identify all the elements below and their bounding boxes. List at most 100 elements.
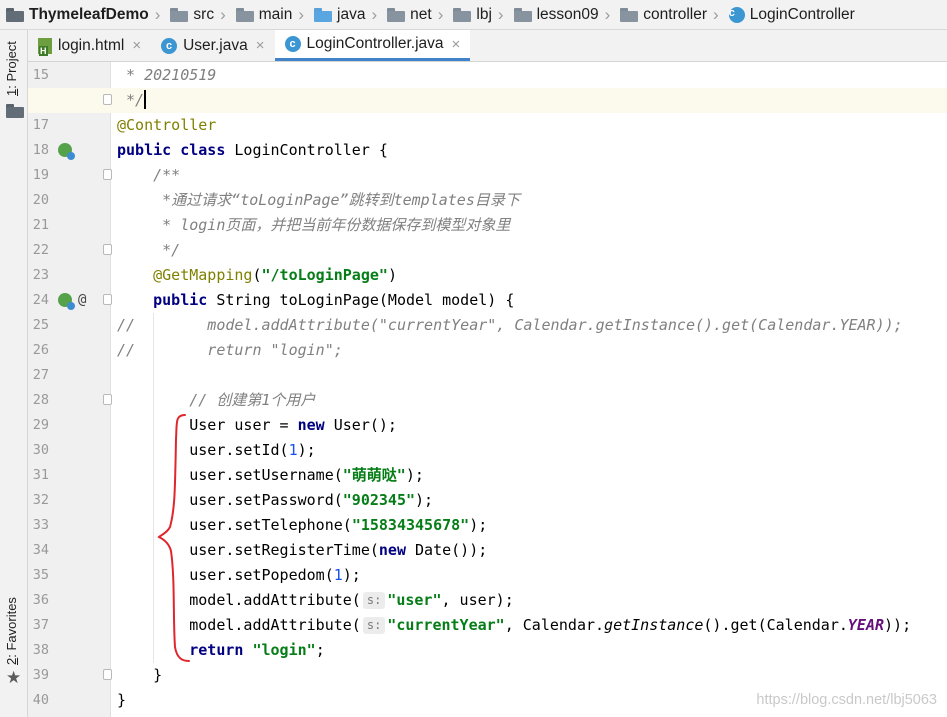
code-line[interactable]: public String toLoginPage(Model model) { — [103, 288, 947, 313]
line-number: 38 — [32, 642, 49, 658]
code-line[interactable]: user.setUsername("萌萌哒"); — [111, 463, 947, 488]
code-token: User user = — [117, 416, 298, 434]
breadcrumb-label: lesson09 — [536, 5, 599, 23]
code-line[interactable]: user.setId(1); — [111, 438, 947, 463]
editor-tab[interactable]: c User.java × — [151, 30, 274, 61]
code-line[interactable]: */ — [103, 238, 947, 263]
code-line[interactable]: } — [103, 663, 947, 688]
close-icon[interactable]: × — [452, 36, 461, 53]
code-line[interactable]: return "login"; — [111, 638, 947, 663]
code-token: User(); — [333, 416, 397, 434]
code-editor[interactable]: 15161718192021222324@2526272829303132333… — [28, 62, 947, 717]
code-line[interactable]: user.setRegisterTime(new Date()); — [111, 538, 947, 563]
code-line[interactable] — [111, 363, 947, 388]
current-line-highlight — [28, 88, 947, 113]
code-text: public class LoginController { — [117, 138, 388, 163]
fold-marker-icon[interactable] — [103, 669, 112, 680]
folder-icon[interactable] — [6, 104, 24, 118]
code-line[interactable]: * login页面，并把当前年份数据保存到模型对象里 — [111, 213, 947, 238]
code-token: } — [117, 691, 127, 709]
code-line[interactable]: @GetMapping("/toLoginPage") — [111, 263, 947, 288]
folder-icon — [235, 7, 254, 22]
favorites-tool-button[interactable]: 2: Favorites — [4, 597, 19, 665]
breadcrumb-label: lbj — [476, 5, 492, 23]
code-area[interactable]: * 20210519 */ @Controller public class Log… — [28, 62, 947, 717]
breadcrumb-item[interactable]: c LoginController — [723, 0, 859, 29]
code-line[interactable]: model.addAttribute(s: "user", user); — [111, 588, 947, 613]
breadcrumb-label: LoginController — [749, 5, 855, 23]
tool-window-strip: 1: Project 2: Favorites ★ — [0, 30, 28, 717]
code-token: "/toLoginPage" — [261, 266, 388, 284]
code-line[interactable]: // 创建第1个用户 — [103, 388, 947, 413]
code-token: YEAR — [847, 616, 885, 634]
line-number: 27 — [32, 367, 49, 383]
breadcrumb-item[interactable]: lbj › — [447, 0, 507, 29]
editor-tab[interactable]: c LoginController.java × — [274, 30, 471, 61]
code-line[interactable]: // return "login"; — [111, 338, 947, 363]
spring-bean-icon[interactable] — [58, 143, 75, 160]
code-line[interactable]: user.setPopedom(1); — [111, 563, 947, 588]
code-token: ; — [315, 641, 325, 659]
code-token: * login页面，并把当前年份数据保存到模型对象里 — [117, 216, 511, 234]
line-number: 37 — [32, 617, 49, 633]
code-token: "login" — [252, 641, 316, 659]
breadcrumb-item[interactable]: ThymeleafDemo › — [0, 0, 164, 29]
breadcrumb-item[interactable]: lesson09 › — [508, 0, 615, 29]
spring-bean-icon[interactable] — [58, 293, 75, 310]
close-icon[interactable]: × — [256, 37, 265, 54]
source-folder-icon — [314, 7, 333, 22]
editor-tab-label: login.html — [58, 36, 125, 54]
code-token: @GetMapping — [117, 266, 253, 284]
code-token: 1 — [333, 566, 343, 584]
breadcrumb-item[interactable]: controller › — [614, 0, 722, 29]
line-number: 30 — [32, 442, 49, 458]
code-token: public — [117, 291, 217, 309]
request-mapping-icon[interactable]: @ — [78, 288, 86, 313]
code-token: "currentYear" — [387, 616, 505, 634]
code-text: */ — [117, 238, 180, 263]
code-line[interactable]: model.addAttribute(s: "currentYear", Cale… — [111, 613, 947, 638]
line-number: 22 — [32, 242, 49, 258]
code-line[interactable]: * 20210519 — [111, 63, 947, 88]
code-line[interactable]: *通过请求“toLoginPage”跳转到templates目录下 — [111, 188, 947, 213]
breadcrumb-item[interactable]: java › — [308, 0, 381, 29]
code-line[interactable]: user.setPassword("902345"); — [111, 488, 947, 513]
line-number: 23 — [32, 267, 49, 283]
code-text: return "login"; — [117, 638, 325, 663]
code-token: // model.addAttribute("currentYear", Cal… — [117, 316, 903, 334]
breadcrumb-label: src — [193, 5, 215, 23]
fold-marker-icon[interactable] — [103, 169, 112, 180]
project-tool-button[interactable]: 1: Project — [4, 41, 19, 96]
star-icon[interactable]: ★ — [6, 668, 21, 688]
line-number: 19 — [32, 167, 49, 183]
fold-marker-icon[interactable] — [103, 244, 112, 255]
code-line[interactable]: @Controller — [111, 113, 947, 138]
code-token: */ — [117, 241, 181, 259]
favorites-tool-label: : Favorites — [4, 597, 19, 658]
close-icon[interactable]: × — [132, 37, 141, 54]
code-token: ( — [252, 266, 262, 284]
fold-marker-icon[interactable] — [103, 394, 112, 405]
code-text: * 20210519 — [117, 63, 216, 88]
code-line[interactable]: // model.addAttribute("currentYear", Cal… — [111, 313, 947, 338]
project-folder-icon — [6, 7, 24, 22]
line-number: 24 — [32, 292, 49, 308]
chevron-right-icon: › — [497, 4, 504, 24]
breadcrumb-item[interactable]: main › — [230, 0, 308, 29]
fold-marker-icon[interactable] — [103, 294, 112, 305]
code-text: *通过请求“toLoginPage”跳转到templates目录下 — [117, 188, 520, 213]
editor-tab[interactable]: login.html × — [28, 30, 151, 61]
code-line[interactable]: /** — [103, 163, 947, 188]
code-token: new — [297, 416, 334, 434]
line-number: 35 — [32, 567, 49, 583]
breadcrumb-label: ThymeleafDemo — [29, 5, 149, 23]
code-line[interactable]: user.setTelephone("15834345678"); — [111, 513, 947, 538]
code-line[interactable]: public class LoginController { — [111, 138, 947, 163]
code-line[interactable]: */ — [28, 88, 947, 113]
breadcrumb-item[interactable]: net › — [381, 0, 447, 29]
code-line[interactable]: User user = new User(); — [111, 413, 947, 438]
editor-tab-label: User.java — [183, 36, 248, 54]
fold-marker-icon[interactable] — [103, 94, 112, 105]
breadcrumb-item[interactable]: src › — [164, 0, 229, 29]
editor-gutter: 15161718192021222324@2526272829303132333… — [28, 62, 111, 717]
